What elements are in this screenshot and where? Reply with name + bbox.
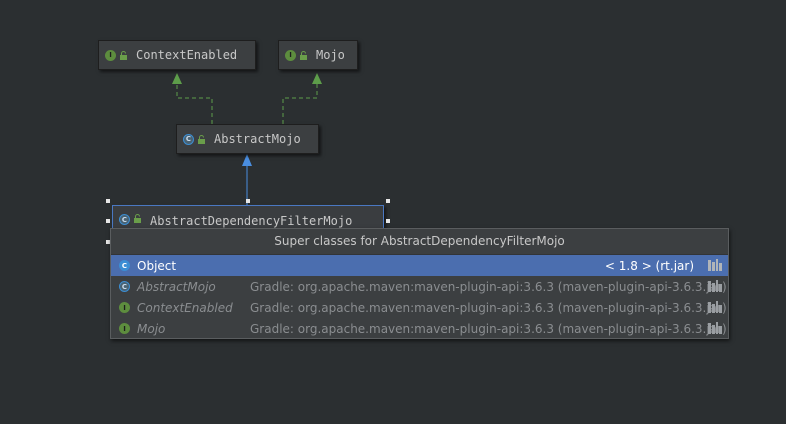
- class-name: ContextEnabled: [137, 300, 233, 315]
- selection-handle[interactable]: [386, 199, 390, 203]
- super-classes-popup: Super classes for AbstractDependencyFilt…: [110, 228, 729, 339]
- public-lock-icon: [300, 50, 307, 60]
- popup-title: Super classes for AbstractDependencyFilt…: [111, 229, 728, 255]
- interface-icon: I: [119, 302, 130, 313]
- implements-edge-context-enabled: [176, 84, 213, 124]
- public-lock-icon: [134, 214, 141, 223]
- implements-arrowhead-mojo: [312, 73, 322, 84]
- abstract-class-icon: C: [119, 281, 130, 292]
- public-lock-icon: [198, 134, 205, 144]
- library-jar-icon: [708, 322, 722, 334]
- library-jar-icon: [708, 301, 722, 313]
- library-jar-icon: [708, 259, 722, 271]
- list-item-context-enabled[interactable]: I ContextEnabled Gradle: org.apache.mave…: [111, 297, 728, 318]
- list-item-object[interactable]: C Object < 1.8 > (rt.jar): [111, 255, 728, 276]
- public-lock-icon: [120, 50, 127, 60]
- list-item-mojo[interactable]: I Mojo Gradle: org.apache.maven:maven-pl…: [111, 318, 728, 339]
- implements-edge-mojo: [282, 84, 318, 124]
- implements-arrowhead-context-enabled: [172, 73, 182, 84]
- node-label: AbstractDependencyFilterMojo: [150, 214, 353, 228]
- interface-icon: I: [119, 323, 130, 334]
- node-context-enabled[interactable]: I ContextEnabled: [98, 40, 256, 70]
- library-jar-icon: [708, 280, 722, 292]
- interface-icon: I: [105, 49, 116, 61]
- list-item-abstract-mojo[interactable]: C AbstractMojo Gradle: org.apache.maven:…: [111, 276, 728, 297]
- class-name: Mojo: [137, 321, 166, 336]
- library-location: Gradle: org.apache.maven:maven-plugin-ap…: [250, 300, 727, 315]
- class-name: AbstractMojo: [137, 279, 216, 294]
- node-label: ContextEnabled: [136, 48, 238, 62]
- abstract-class-icon: C: [119, 214, 130, 225]
- node-abstract-dependency-filter-mojo[interactable]: C AbstractDependencyFilterMojo: [112, 205, 384, 229]
- interface-icon: I: [285, 49, 296, 61]
- class-name: Object: [137, 258, 177, 273]
- jdk-version: < 1.8 > (rt.jar): [604, 258, 694, 273]
- node-abstract-mojo[interactable]: C AbstractMojo: [176, 124, 319, 154]
- abstract-class-icon: C: [183, 133, 194, 145]
- selection-handle[interactable]: [106, 219, 110, 223]
- extends-arrowhead-abstract-mojo: [242, 154, 252, 166]
- selection-handle[interactable]: [106, 199, 110, 203]
- selection-handle[interactable]: [246, 199, 250, 203]
- selection-handle[interactable]: [386, 219, 390, 223]
- node-label: AbstractMojo: [214, 132, 301, 146]
- class-icon: C: [119, 260, 130, 271]
- library-location: Gradle: org.apache.maven:maven-plugin-ap…: [250, 279, 727, 294]
- library-location: Gradle: org.apache.maven:maven-plugin-ap…: [250, 321, 727, 336]
- node-label: Mojo: [316, 48, 345, 62]
- node-mojo[interactable]: I Mojo: [278, 40, 358, 70]
